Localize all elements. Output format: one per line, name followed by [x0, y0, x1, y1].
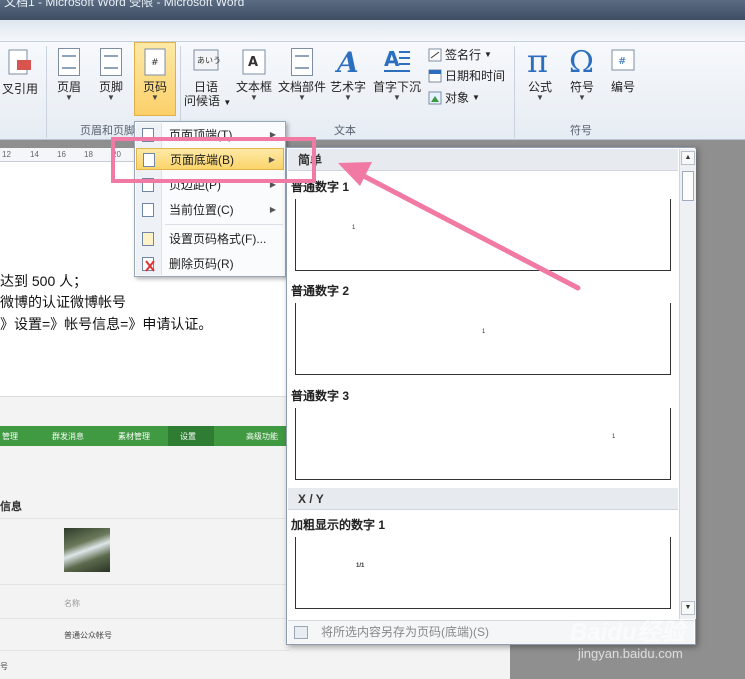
baidu-watermark-logo: Baidu经验 — [570, 619, 685, 646]
baidu-watermark-url: jingyan.baidu.com — [578, 646, 683, 661]
annotation-arrow — [338, 162, 581, 291]
